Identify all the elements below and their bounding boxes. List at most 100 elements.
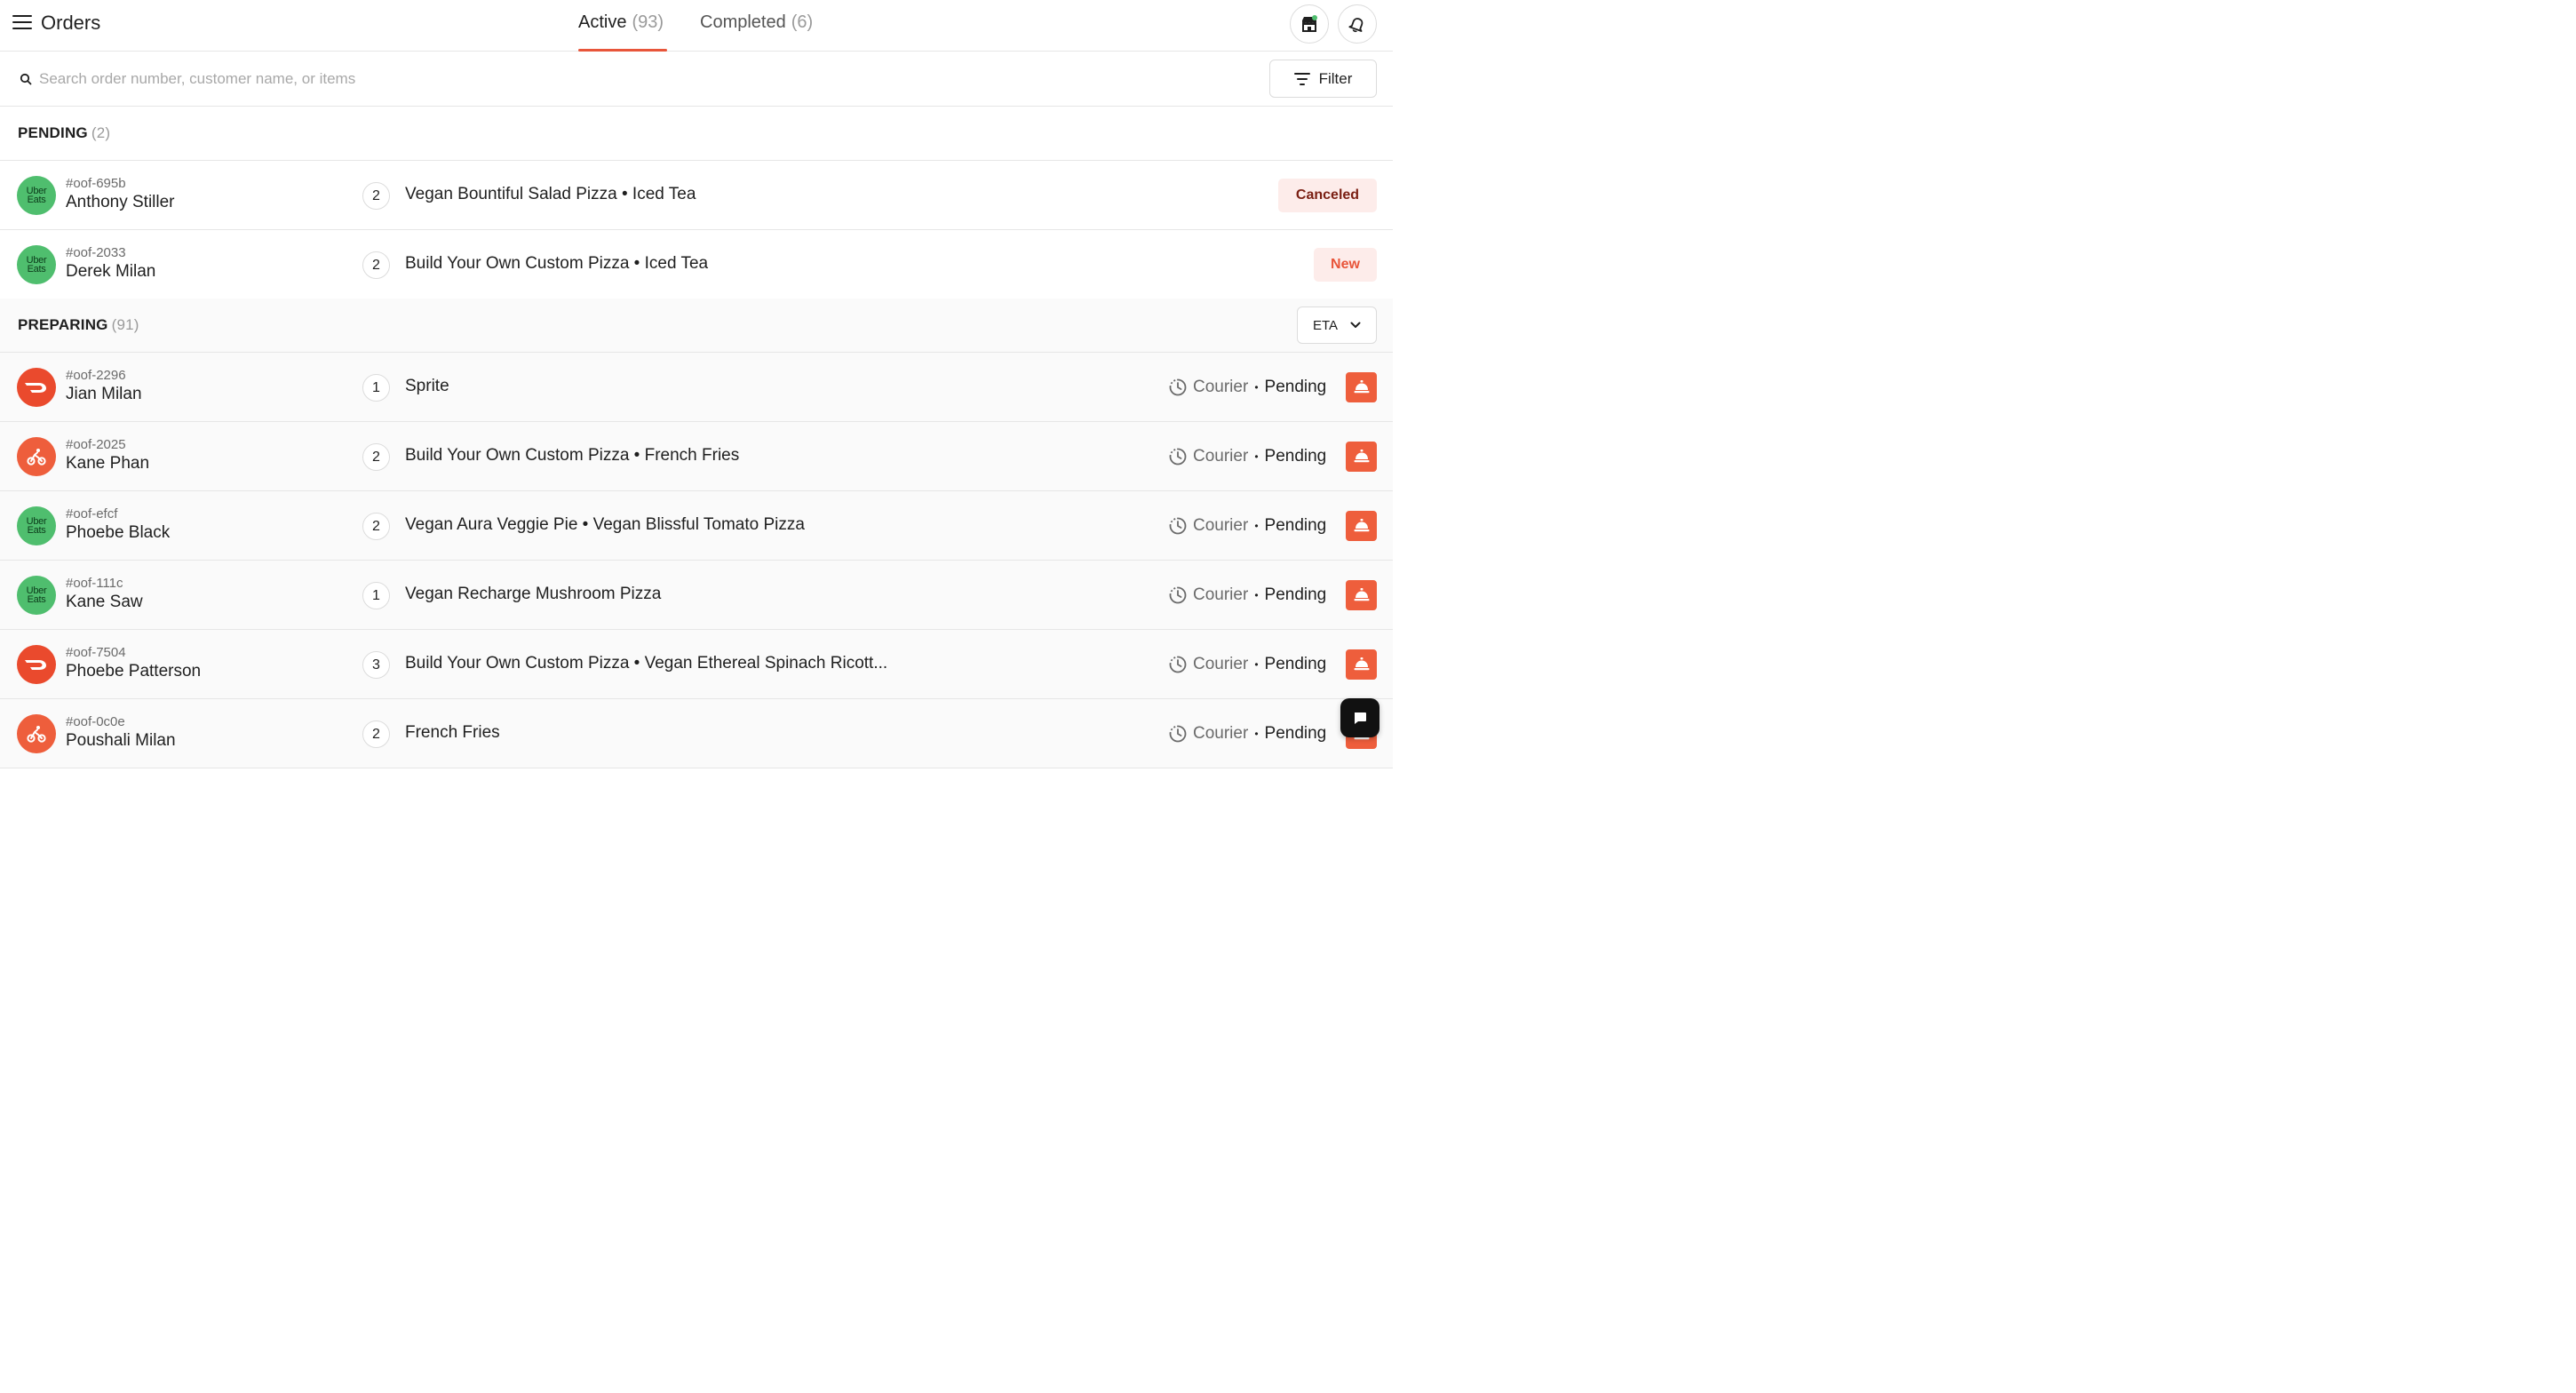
chat-button[interactable] xyxy=(1340,698,1379,737)
order-items: Build Your Own Custom Pizza • Vegan Ethe… xyxy=(405,654,888,673)
item-count-badge: 2 xyxy=(362,720,390,748)
order-number: #oof-0c0e xyxy=(66,714,125,729)
order-ready-button[interactable] xyxy=(1346,442,1377,472)
order-row[interactable]: #oof-2025 Kane Phan 2 Build Your Own Custom… xyxy=(0,422,1393,491)
order-number: #oof-2033 xyxy=(66,245,126,260)
preparing-title-text: PREPARING xyxy=(18,316,108,333)
service-bell-icon xyxy=(1354,657,1369,671)
customer-name: Kane Phan xyxy=(66,454,150,473)
item-count-badge: 2 xyxy=(362,513,390,540)
order-row[interactable]: Uber Eats #oof-2033 Derek Milan 2 Build Your … xyxy=(0,230,1393,299)
bell-icon xyxy=(1348,18,1364,33)
order-items: Vegan Recharge Mushroom Pizza xyxy=(405,585,662,603)
item-count-badge: 1 xyxy=(362,582,390,609)
tab-completed-count: (6) xyxy=(791,12,814,32)
item-count-badge: 3 xyxy=(362,651,390,679)
courier-status: Courier • Pending xyxy=(1168,376,1326,399)
order-row[interactable]: #oof-7504 Phoebe Patterson 3 Build Your Own… xyxy=(0,630,1393,699)
order-row[interactable]: #oof-0c0e Poushali Milan 2 French Fries Cour… xyxy=(0,699,1393,768)
filter-button[interactable]: Filter xyxy=(1269,60,1377,98)
service-bell-icon xyxy=(1354,588,1369,601)
status-badge: Canceled xyxy=(1278,179,1377,212)
separator: • xyxy=(1254,520,1259,532)
app-header: Orders Active (93) Completed (6) xyxy=(0,0,1393,52)
search-input[interactable] xyxy=(39,66,839,92)
courier-status-value: Pending xyxy=(1264,378,1327,396)
tab-completed[interactable]: Completed (6) xyxy=(700,12,824,52)
status-badge: New xyxy=(1314,248,1377,282)
order-items: Vegan Aura Veggie Pie • Vegan Blissful T… xyxy=(405,515,805,534)
order-items: Sprite xyxy=(405,377,449,395)
courier-status-value: Pending xyxy=(1264,516,1327,535)
search-bar: Filter xyxy=(0,52,1393,107)
order-ready-button[interactable] xyxy=(1346,649,1377,680)
filter-label: Filter xyxy=(1318,69,1353,87)
courier-label: Courier xyxy=(1193,585,1249,604)
doordash-icon xyxy=(25,383,46,393)
doordash-icon xyxy=(25,660,46,670)
order-ready-button[interactable] xyxy=(1346,511,1377,541)
courier-label: Courier xyxy=(1193,378,1249,396)
tab-active-count: (93) xyxy=(632,12,664,32)
order-ready-button[interactable] xyxy=(1346,372,1377,402)
notifications-button[interactable] xyxy=(1338,4,1377,44)
chat-icon xyxy=(1355,712,1366,724)
uber-eats-wordmark: Uber Eats xyxy=(26,516,47,536)
tab-active[interactable]: Active (93) xyxy=(578,12,667,52)
clock-icon xyxy=(1169,517,1187,535)
service-bell-icon xyxy=(1354,380,1369,394)
order-items: Build Your Own Custom Pizza • French Fri… xyxy=(405,446,740,465)
tab-completed-label: Completed xyxy=(700,12,786,32)
doordash-logo xyxy=(17,368,56,407)
preparing-section-header: PREPARING (91) ETA xyxy=(0,298,1393,353)
tab-active-label: Active xyxy=(578,12,627,32)
separator: • xyxy=(1254,589,1259,601)
order-items: Vegan Bountiful Salad Pizza • Iced Tea xyxy=(405,185,696,203)
uber-eats-wordmark: Uber Eats xyxy=(26,255,47,275)
service-bell-icon xyxy=(1354,519,1369,532)
store-icon xyxy=(1302,15,1317,32)
separator: • xyxy=(1254,658,1259,671)
separator: • xyxy=(1254,450,1259,463)
clock-icon xyxy=(1169,656,1187,673)
order-row[interactable]: Uber Eats #oof-111c Kane Saw 1 Vegan Recharge… xyxy=(0,561,1393,630)
menu-icon[interactable] xyxy=(12,15,32,33)
preparing-count: (91) xyxy=(111,316,139,333)
item-count-badge: 1 xyxy=(362,374,390,402)
courier-label: Courier xyxy=(1193,655,1249,673)
order-number: #oof-695b xyxy=(66,176,126,191)
separator: • xyxy=(1254,381,1259,394)
uber-eats-wordmark: Uber Eats xyxy=(26,186,47,205)
customer-name: Phoebe Black xyxy=(66,523,171,542)
order-row[interactable]: Uber Eats #oof-695b Anthony Stiller 2 Vegan B… xyxy=(0,161,1393,230)
bike-delivery-logo xyxy=(17,714,56,753)
bike-icon xyxy=(27,449,46,466)
clock-icon xyxy=(1169,448,1187,466)
customer-name: Poushali Milan xyxy=(66,731,176,750)
courier-status: Courier • Pending xyxy=(1168,653,1326,676)
item-count-badge: 2 xyxy=(362,443,390,471)
clock-icon xyxy=(1169,725,1187,743)
customer-name: Phoebe Patterson xyxy=(66,662,202,681)
clock-icon xyxy=(1169,378,1187,396)
courier-status: Courier • Pending xyxy=(1168,445,1326,468)
order-ready-button[interactable] xyxy=(1346,580,1377,610)
uber-eats-logo: Uber Eats xyxy=(17,176,56,215)
order-number: #oof-efcf xyxy=(66,506,118,521)
store-button[interactable] xyxy=(1290,4,1329,44)
order-items: Build Your Own Custom Pizza • Iced Tea xyxy=(405,254,709,273)
order-items: French Fries xyxy=(405,723,500,742)
pending-count: (2) xyxy=(91,124,111,141)
order-row[interactable]: #oof-2296 Jian Milan 1 Sprite Courier • Pendin… xyxy=(0,353,1393,422)
courier-status-value: Pending xyxy=(1264,585,1327,604)
filter-icon xyxy=(1293,72,1310,85)
eta-sort-button[interactable]: ETA xyxy=(1297,306,1377,344)
customer-name: Anthony Stiller xyxy=(66,193,175,211)
courier-status: Courier • Pending xyxy=(1168,584,1326,607)
courier-status-value: Pending xyxy=(1264,447,1327,466)
page-title: Orders xyxy=(41,12,101,34)
preparing-title: PREPARING (91) xyxy=(18,316,139,334)
courier-label: Courier xyxy=(1193,724,1249,743)
order-row[interactable]: Uber Eats #oof-efcf Phoebe Black 2 Vegan Aura… xyxy=(0,491,1393,561)
uber-eats-logo: Uber Eats xyxy=(17,245,56,284)
